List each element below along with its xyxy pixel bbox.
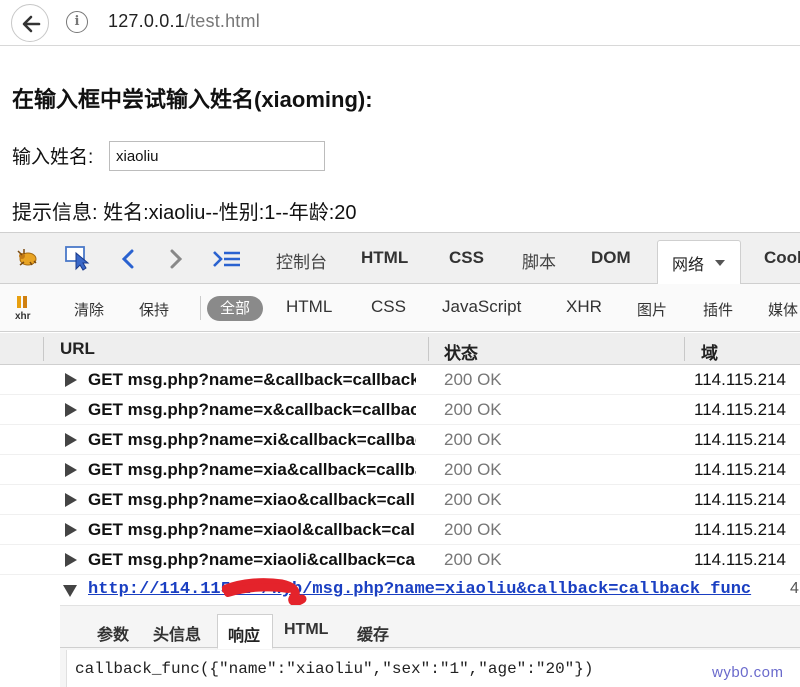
tab-network-label: 网络 xyxy=(672,257,705,274)
tab-css[interactable]: CSS xyxy=(449,248,484,268)
expand-arrow-icon[interactable] xyxy=(65,373,77,387)
expand-arrow-icon[interactable] xyxy=(65,463,77,477)
tab-cookies[interactable]: Cool xyxy=(764,248,800,268)
column-divider xyxy=(43,337,44,361)
table-row[interactable]: GET msg.php?name=x&callback=callback_fun… xyxy=(0,395,800,425)
expand-arrow-icon[interactable] xyxy=(65,403,77,417)
filter-images[interactable]: 图片 xyxy=(637,299,667,320)
filter-media[interactable]: 媒体 xyxy=(768,299,798,320)
request-domain: 114.115.214 xyxy=(694,550,787,569)
address-bar[interactable]: 127.0.0.1/test.html xyxy=(108,11,260,32)
request-domain: 114.115.214 xyxy=(694,430,787,449)
expand-arrow-icon[interactable] xyxy=(65,433,77,447)
tab-response-label: 响应 xyxy=(228,628,261,645)
command-line-icon[interactable] xyxy=(212,249,242,269)
expanded-request-row[interactable]: http://114.115.2 /wyb/msg.php?name=xiaol… xyxy=(0,575,800,606)
request-list: GET msg.php?name=&callback=callback_func… xyxy=(0,365,800,606)
filter-javascript[interactable]: JavaScript xyxy=(442,297,521,317)
url-path: /test.html xyxy=(184,11,260,31)
watermark: wyb0.com xyxy=(712,664,784,681)
request-status: 200 OK xyxy=(444,400,502,419)
tab-params[interactable]: 参数 xyxy=(97,621,129,645)
chevron-down-icon xyxy=(715,260,725,266)
request-domain: 114.115.214 xyxy=(694,520,787,539)
devtools-tabbar: 控制台 HTML CSS 脚本 DOM 网络 Cool xyxy=(0,232,800,286)
request-detail-panel: 参数 头信息 响应 HTML 缓存 callback_func({"name":… xyxy=(60,605,800,687)
column-status[interactable]: 状态 xyxy=(444,339,478,364)
tab-console[interactable]: 控制台 xyxy=(276,248,327,273)
back-button[interactable] xyxy=(11,4,49,42)
request-url: GET msg.php?name=x&callback=callback_fun… xyxy=(88,400,416,419)
request-domain: 114.115.214 xyxy=(694,370,787,389)
request-domain: 114.115.214 xyxy=(694,400,787,419)
table-row[interactable]: GET msg.php?name=xia&callback=callback_f… xyxy=(0,455,800,485)
site-info-icon[interactable]: i xyxy=(66,11,88,33)
table-row[interactable]: GET msg.php?name=&callback=callback_func… xyxy=(0,365,800,395)
url-host: 127.0.0.1 xyxy=(108,11,185,31)
request-url: GET msg.php?name=xi&callback=callback_fu… xyxy=(88,430,416,449)
filter-html[interactable]: HTML xyxy=(286,297,332,317)
svg-text:xhr: xhr xyxy=(15,311,31,321)
browser-toolbar: i 127.0.0.1/test.html xyxy=(0,0,800,46)
request-status: 200 OK xyxy=(444,430,502,449)
collapse-arrow-icon[interactable] xyxy=(63,585,77,597)
tab-script[interactable]: 脚本 xyxy=(522,248,556,273)
persist-button[interactable]: 保持 xyxy=(139,299,169,320)
request-status: 200 OK xyxy=(444,550,502,569)
filter-css[interactable]: CSS xyxy=(371,297,406,317)
expand-arrow-icon[interactable] xyxy=(65,523,77,537)
tab-html[interactable]: HTML xyxy=(361,248,408,268)
chevron-right-icon[interactable] xyxy=(168,248,184,270)
request-url: GET msg.php?name=xiaol&callback=callback… xyxy=(88,520,416,539)
tab-detail-html[interactable]: HTML xyxy=(284,621,328,639)
filter-all[interactable]: 全部 xyxy=(207,296,263,321)
column-divider xyxy=(428,337,429,361)
firebug-bug-icon[interactable] xyxy=(14,247,40,269)
request-table-header: URL 状态 域 xyxy=(0,333,800,365)
tab-headers[interactable]: 头信息 xyxy=(153,621,201,645)
tab-network[interactable]: 网络 xyxy=(657,240,741,286)
chevron-left-icon[interactable] xyxy=(120,248,136,270)
expanded-request-link[interactable]: http://114.115.2 /wyb/msg.php?name=xiaol… xyxy=(88,580,751,599)
table-row[interactable]: GET msg.php?name=xiaol&callback=callback… xyxy=(0,515,800,545)
tab-cache[interactable]: 缓存 xyxy=(357,621,389,645)
request-status: 200 OK xyxy=(444,520,502,539)
hint-message: 提示信息: 姓名:xiaoliu--性别:1--年龄:20 xyxy=(12,202,357,224)
table-row[interactable]: GET msg.php?name=xiaoli&callback=callbac… xyxy=(0,545,800,575)
clear-button[interactable]: 清除 xyxy=(74,299,104,320)
tab-dom[interactable]: DOM xyxy=(591,248,631,268)
table-row[interactable]: GET msg.php?name=xiao&callback=callback_… xyxy=(0,485,800,515)
request-status: 200 OK xyxy=(444,490,502,509)
page-title: 在输入框中尝试输入姓名(xiaoming): xyxy=(12,87,373,112)
network-filter-bar: xhr 清除 保持 全部 HTML CSS JavaScript XHR 图片 … xyxy=(0,284,800,332)
request-url: GET msg.php?name=&callback=callback_func xyxy=(88,370,416,389)
request-status: 200 OK xyxy=(444,370,502,389)
name-input[interactable] xyxy=(109,141,325,171)
table-row[interactable]: GET msg.php?name=xi&callback=callback_fu… xyxy=(0,425,800,455)
filter-xhr[interactable]: XHR xyxy=(566,297,602,317)
request-status: 200 OK xyxy=(444,460,502,479)
request-url: GET msg.php?name=xiao&callback=callback_… xyxy=(88,490,416,509)
inspect-cursor-icon[interactable] xyxy=(64,245,92,271)
column-divider xyxy=(684,337,685,361)
column-url[interactable]: URL xyxy=(60,339,95,359)
name-label: 输入姓名: xyxy=(12,147,94,168)
expand-arrow-icon[interactable] xyxy=(65,553,77,567)
request-url: GET msg.php?name=xia&callback=callback_f… xyxy=(88,460,416,479)
filter-divider xyxy=(200,296,201,320)
column-domain[interactable]: 域 xyxy=(701,339,718,364)
response-body: callback_func({"name":"xiaoliu","sex":"1… xyxy=(66,650,800,687)
expanded-row-trail: 4 xyxy=(790,580,799,597)
tab-response[interactable]: 响应 xyxy=(217,614,273,649)
request-domain: 114.115.214 xyxy=(694,460,787,479)
response-text: callback_func({"name":"xiaoliu","sex":"1… xyxy=(75,660,594,678)
redaction-scribble xyxy=(222,578,307,606)
detail-tabs: 参数 头信息 响应 HTML 缓存 xyxy=(60,614,800,649)
xhr-icon[interactable]: xhr xyxy=(14,295,38,321)
filter-plugins[interactable]: 插件 xyxy=(703,299,733,320)
request-url: GET msg.php?name=xiaoli&callback=callbac… xyxy=(88,550,416,569)
back-arrow-icon xyxy=(22,15,41,33)
request-domain: 114.115.214 xyxy=(694,490,787,509)
expand-arrow-icon[interactable] xyxy=(65,493,77,507)
